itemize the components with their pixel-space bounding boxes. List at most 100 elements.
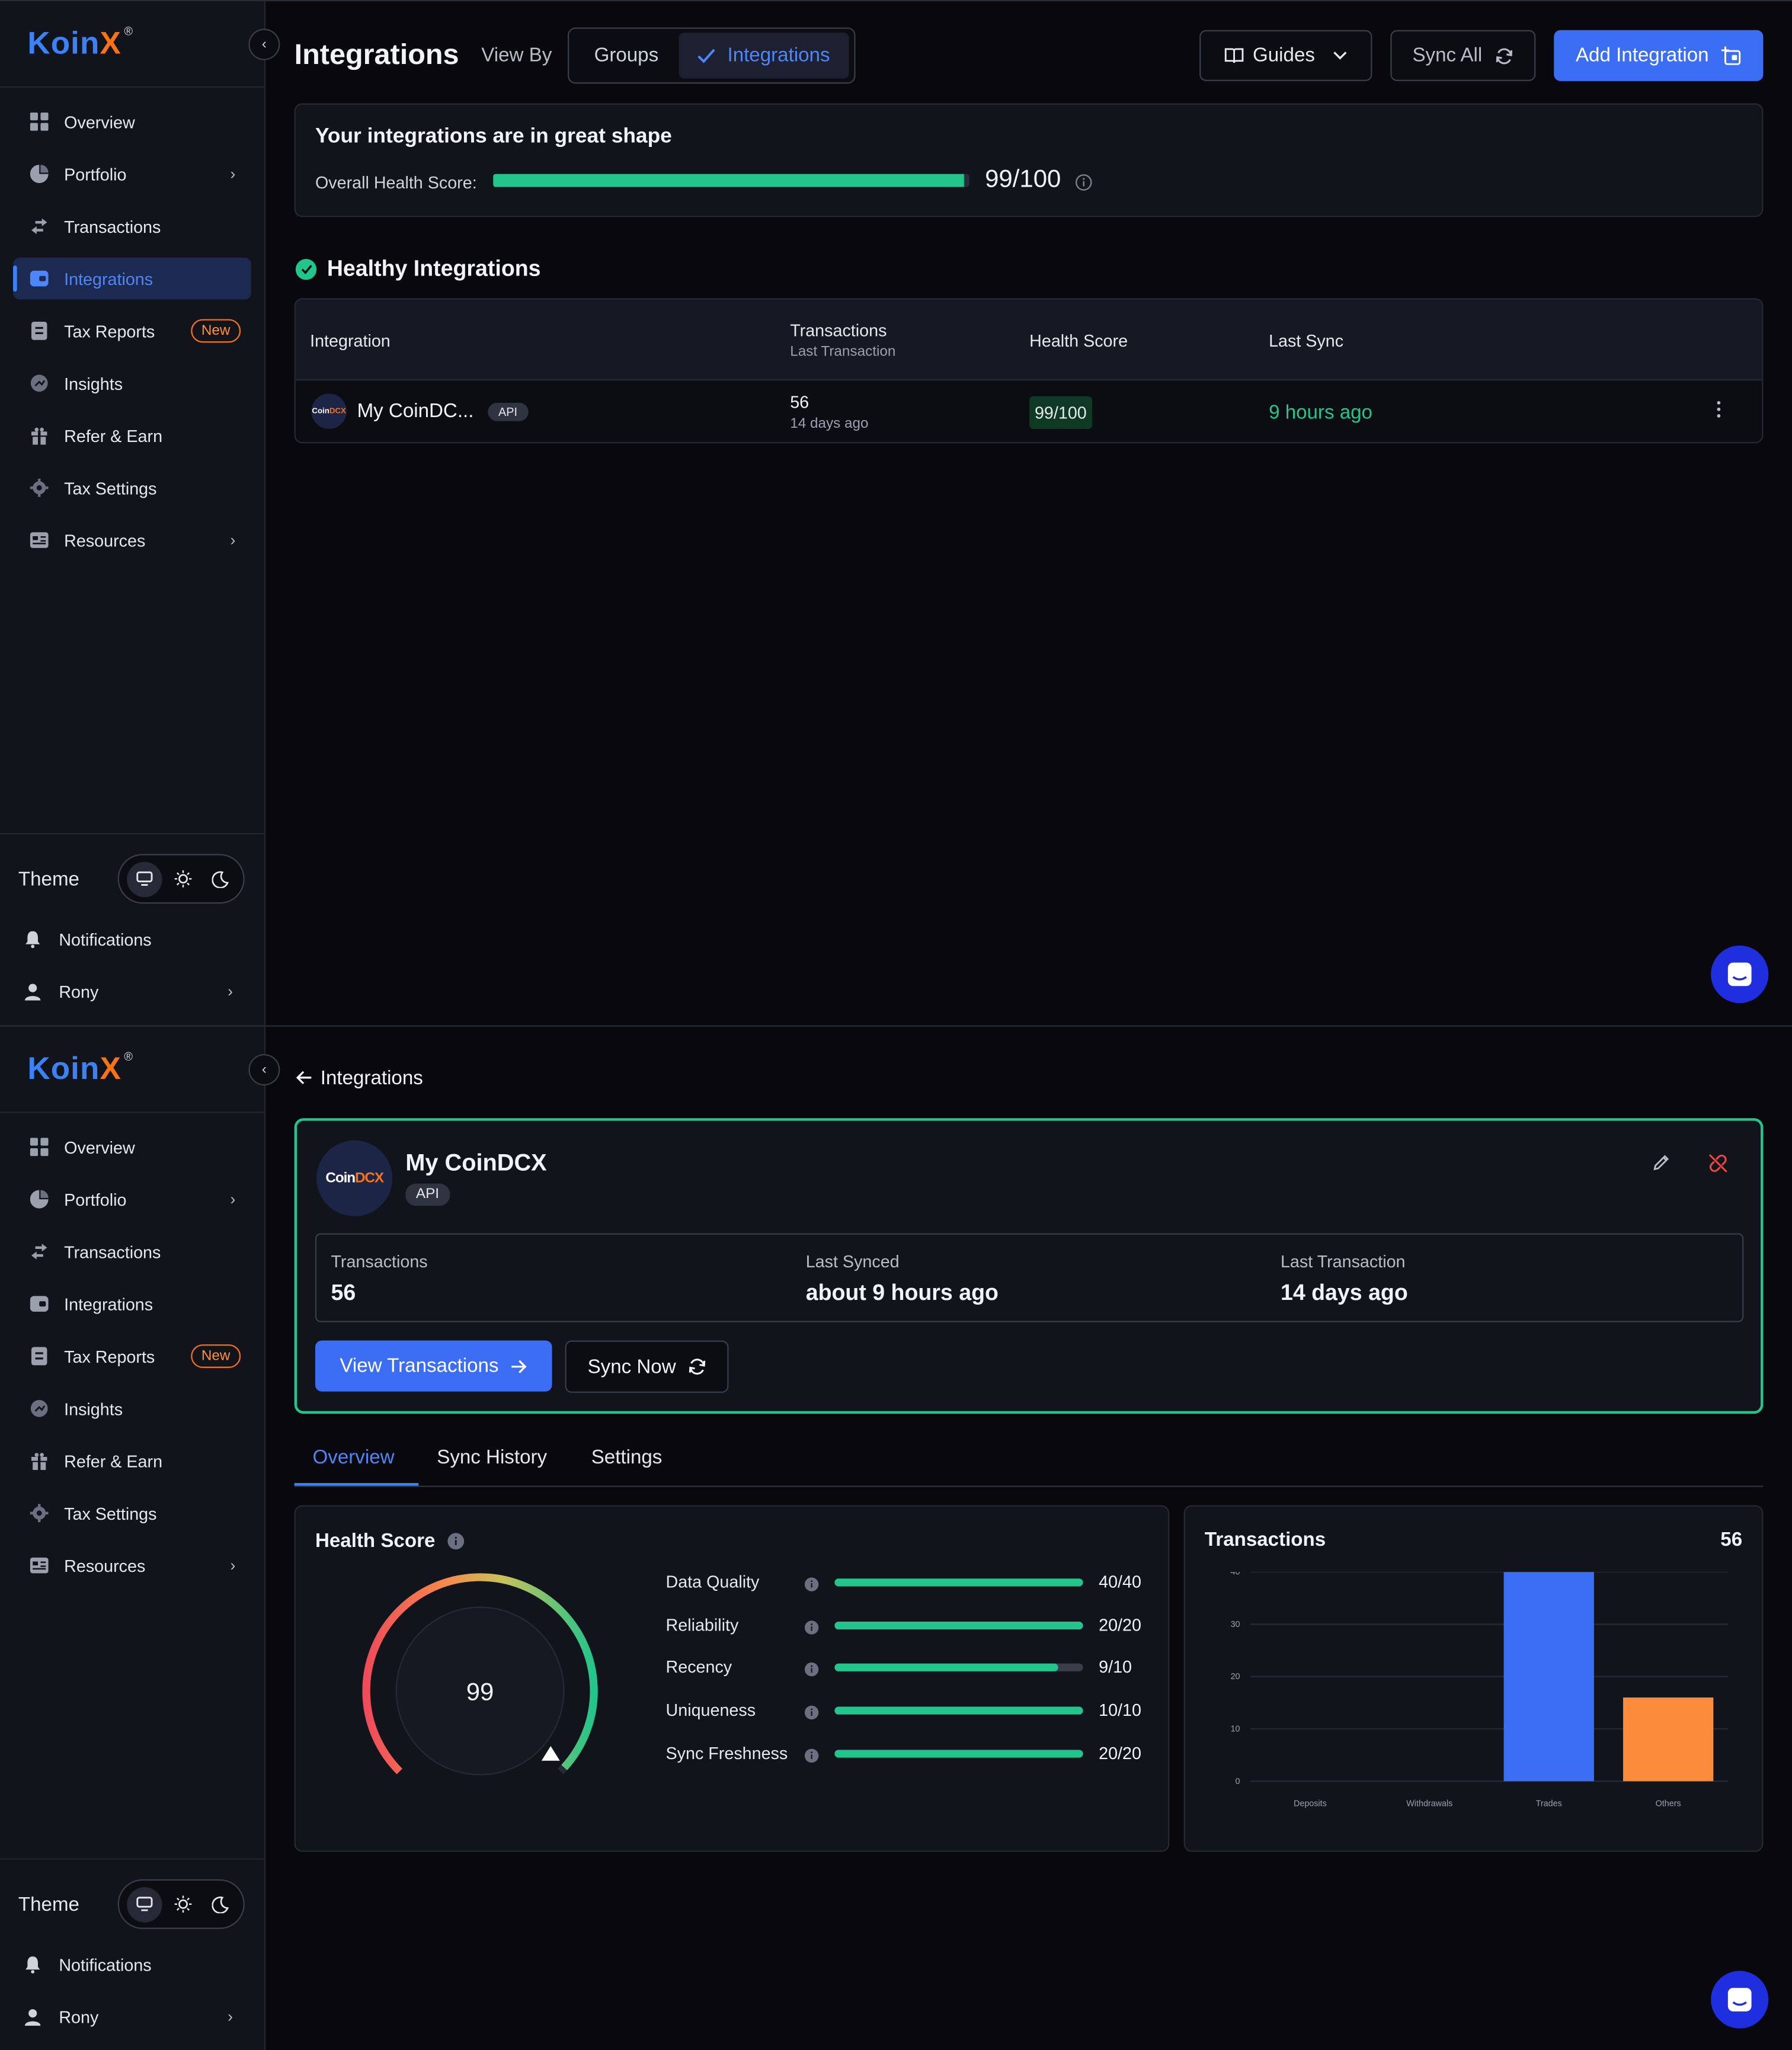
transactions-icon [29,216,49,236]
info-icon[interactable] [804,1617,819,1641]
back-to-integrations-link[interactable]: Integrations [296,1066,423,1090]
notifications-button[interactable]: Notifications [24,1951,152,1977]
health-score-value: 99 [466,1677,494,1705]
info-icon[interactable] [804,1746,819,1770]
user-menu[interactable]: Rony › [24,2004,259,2030]
metric-label: Data Quality [665,1572,760,1592]
sync-now-button[interactable]: Sync Now [565,1340,729,1393]
sidebar-item-integrations[interactable]: Integrations [13,257,251,300]
view-transactions-button[interactable]: View Transactions [315,1340,552,1392]
tab-sync-history[interactable]: Sync History [437,1446,547,1469]
section-title: Healthy Integrations [327,256,541,281]
table-row[interactable]: Coin DCX My CoinDC... API 56 14 days ago … [296,380,1762,442]
stat-last-synced: Last Synced about 9 hours ago [806,1251,999,1306]
sidebar-item-insights[interactable]: Insights [13,362,251,404]
sidebar: KoinX ® ‹ Overview Portfolio › Transactio… [0,1,280,1026]
guides-button[interactable]: Guides [1199,30,1372,81]
sidebar-item-tax-reports[interactable]: Tax Reports New [13,1335,251,1378]
tab-overview[interactable]: Overview [313,1446,395,1469]
sidebar-item-refer-earn[interactable]: Refer & Earn [13,415,251,457]
notifications-button[interactable]: Notifications [24,926,152,952]
sync-all-button[interactable]: Sync All [1390,30,1536,81]
collapse-sidebar-button[interactable]: ‹ [248,1054,280,1086]
chat-support-button[interactable] [1711,1971,1769,2029]
metric-sync-freshness: Sync Freshness 20/20 [666,1742,1163,1766]
sidebar-item-label: Resources [64,1555,146,1575]
sidebar-item-portfolio[interactable]: Portfolio › [13,153,251,195]
stat-value: 14 days ago [1280,1280,1408,1305]
theme-switch [117,1879,245,1929]
koinx-logo[interactable]: KoinX ® [27,1050,133,1088]
integration-name: My CoinDCX [405,1149,547,1176]
transactions-card-total: 56 [1720,1529,1743,1551]
add-integration-label: Add Integration [1575,44,1709,67]
sidebar-item-resources[interactable]: Resources › [13,1545,251,1587]
healthy-integrations-heading: Healthy Integrations [295,256,541,283]
chat-support-button[interactable] [1711,945,1769,1003]
sync-now-label: Sync Now [587,1355,676,1378]
view-by-toggle: Groups Integrations [567,27,856,84]
metric-bar-fill [834,1663,1058,1671]
theme-system-button[interactable] [127,861,162,897]
chevron-right-icon: › [230,531,236,550]
sidebar-item-refer-earn[interactable]: Refer & Earn [13,1440,251,1482]
chevron-right-icon: › [230,1556,236,1575]
view-groups-button[interactable]: Groups [574,33,679,78]
metric-bar [834,1663,1083,1671]
coindcx-logo: Coin DCX [311,393,347,429]
bar[interactable] [1623,1697,1714,1782]
notifications-label: Notifications [59,1954,152,1974]
sidebar-item-insights[interactable]: Insights [13,1388,251,1430]
stat-value: 56 [331,1280,356,1305]
koinx-logo[interactable]: KoinX ® [27,25,133,63]
integrations-icon [29,1294,49,1314]
overall-health-bar-fill [493,174,965,187]
theme-system-button[interactable] [127,1886,162,1922]
transactions-icon [29,1242,49,1261]
sidebar-item-transactions[interactable]: Transactions [13,206,251,248]
tab-settings[interactable]: Settings [591,1446,663,1469]
theme-dark-button[interactable] [203,861,238,897]
overall-health-score: 99/100 [985,166,1061,194]
info-icon[interactable] [447,1532,464,1549]
resources-icon [29,1556,49,1575]
sidebar-item-label: Overview [64,1137,135,1157]
add-integration-button[interactable]: Add Integration [1554,30,1764,81]
edit-pencil-icon[interactable] [1652,1154,1671,1178]
metric-bar-fill [834,1578,1083,1587]
theme-label: Theme [18,867,79,891]
info-icon[interactable] [1075,174,1092,198]
sidebar-item-tax-reports[interactable]: Tax Reports New [13,310,251,352]
sidebar-item-resources[interactable]: Resources › [13,519,251,561]
info-icon[interactable] [804,1575,819,1599]
user-menu[interactable]: Rony › [24,978,259,1004]
view-integrations-button[interactable]: Integrations [678,33,849,79]
metric-bar [834,1622,1083,1630]
sidebar-item-tax-settings[interactable]: Tax Settings [13,1492,251,1535]
transactions-count: 56 [790,392,809,412]
info-icon[interactable] [804,1703,819,1727]
chat-icon [1727,962,1752,986]
sidebar-item-transactions[interactable]: Transactions [13,1231,251,1273]
sidebar-item-overview[interactable]: Overview [13,1126,251,1168]
sidebar-item-tax-settings[interactable]: Tax Settings [13,467,251,509]
theme-light-button[interactable] [165,1886,200,1922]
new-badge: New [191,1344,241,1368]
unlink-icon[interactable] [1708,1154,1728,1180]
x-tick-label: Withdrawals [1406,1799,1452,1808]
sidebar-item-portfolio[interactable]: Portfolio › [13,1178,251,1221]
bell-icon [24,930,42,948]
theme-light-button[interactable] [165,861,200,897]
tax-reports-icon [29,321,49,341]
more-options-icon[interactable] [1716,400,1721,425]
chevron-right-icon: › [228,982,233,1001]
add-integration-icon [1721,46,1742,65]
info-icon[interactable] [804,1660,819,1683]
theme-dark-button[interactable] [203,1886,238,1922]
sidebar-item-overview[interactable]: Overview [13,101,251,143]
coindcx-logo: Coin DCX [316,1140,393,1216]
collapse-sidebar-button[interactable]: ‹ [248,28,280,60]
sidebar-item-integrations[interactable]: Integrations [13,1283,251,1325]
overview-icon [29,112,49,132]
bar[interactable] [1503,1572,1594,1782]
